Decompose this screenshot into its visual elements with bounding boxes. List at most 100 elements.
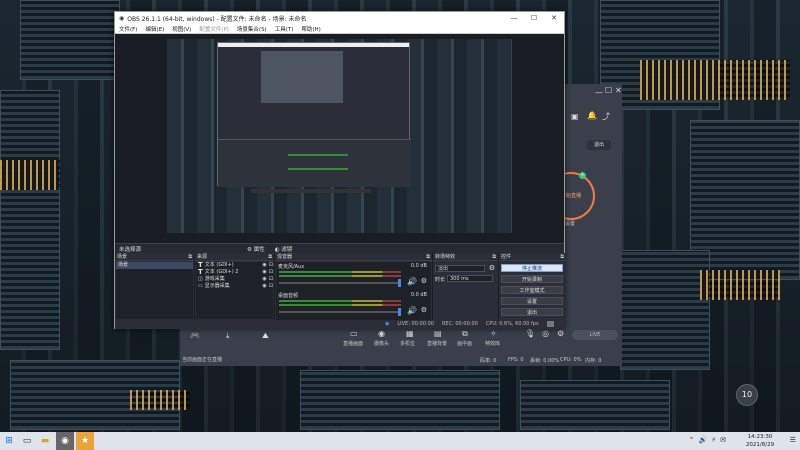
tool-screen-icon[interactable]: ▭: [350, 329, 358, 338]
speaker-icon[interactable]: 🔊: [407, 306, 417, 315]
stat-label: 内存: 0: [585, 358, 602, 364]
lock-icon[interactable]: ⊡: [269, 262, 273, 269]
tool-fx-icon[interactable]: ✧: [490, 329, 497, 338]
track-level: 0.0 dB: [410, 292, 427, 298]
pin-icon[interactable]: ⧉: [492, 253, 496, 261]
close-icon[interactable]: ✕: [544, 12, 564, 24]
pin-icon[interactable]: ⧉: [426, 253, 430, 261]
track-name: 麦克风/Aux: [278, 264, 305, 270]
gear-icon[interactable]: ⚙: [489, 264, 495, 272]
lock-icon[interactable]: ⊡: [269, 269, 273, 276]
gear-icon[interactable]: ⚙: [421, 306, 427, 314]
menu-edit[interactable]: 编辑(E): [145, 25, 164, 33]
stat-label: 码率: 0: [480, 358, 497, 364]
menu-view[interactable]: 视图(V): [172, 25, 191, 33]
transition-select[interactable]: 淡出: [435, 265, 485, 272]
screen-icon[interactable]: ▣: [571, 112, 579, 121]
tool-pip-icon[interactable]: ⧉: [462, 329, 468, 339]
transitions-dock: 转场特效 ⧉ 淡出 ⚙ 时长 300 ms: [433, 253, 499, 329]
live-badge[interactable]: LIVE: [572, 330, 618, 340]
start-recording-button[interactable]: 开始录制: [501, 275, 563, 283]
menu-help[interactable]: 帮助(H): [301, 25, 320, 33]
stop-streaming-button[interactable]: 停止推流: [501, 264, 563, 272]
maximize-icon[interactable]: ☐: [524, 12, 544, 24]
title-bar[interactable]: ◉ OBS 26.1.1 (64-bit, windows) - 配置文件: 未…: [115, 12, 564, 24]
settings-button[interactable]: 设置: [501, 297, 563, 305]
minimize-icon[interactable]: —: [504, 12, 524, 24]
eye-icon[interactable]: ◉: [262, 276, 266, 283]
speed-bubble[interactable]: 10: [736, 384, 758, 406]
share-icon[interactable]: ⤴: [602, 111, 610, 122]
speaker-icon[interactable]: 🔊: [407, 277, 417, 286]
filters-button[interactable]: ◐ 滤镜: [275, 245, 293, 253]
download-icon[interactable]: ⤓: [226, 331, 230, 341]
duration-label: 时长: [435, 277, 446, 283]
notification-icon[interactable]: ☰: [790, 436, 796, 444]
gear-icon[interactable]: ⚙: [557, 329, 564, 338]
plus-icon[interactable]: +: [579, 172, 586, 179]
menu-profile[interactable]: 配置文件(P): [199, 25, 229, 33]
eye-icon[interactable]: ◉: [262, 262, 266, 269]
exit-button[interactable]: 退出: [587, 140, 611, 150]
duration-input[interactable]: 300 ms: [447, 275, 493, 282]
properties-label: 属性: [253, 246, 265, 253]
tool-cam-icon[interactable]: ◉: [378, 329, 385, 338]
volume-meter: [279, 275, 401, 277]
nested-obs-window: [217, 42, 411, 187]
dock-header: 转场特效 ⧉: [433, 253, 498, 261]
studio-mode-button[interactable]: 工作室模式: [501, 286, 563, 294]
pin-icon[interactable]: ⧉: [188, 253, 192, 261]
city-lights: [640, 60, 790, 100]
menu-scene-collection[interactable]: 场景集合(S): [237, 25, 267, 33]
clock[interactable]: 14:23:30 2021/8/29: [740, 433, 780, 449]
source-item[interactable]: ◫ 游戏采集 ◉ ⊡: [196, 276, 273, 283]
volume-slider[interactable]: [279, 311, 401, 313]
volume-knob[interactable]: [398, 308, 401, 316]
city-lights: [130, 390, 190, 410]
window-title: OBS 26.1.1 (64-bit, windows) - 配置文件: 未命名…: [127, 15, 307, 23]
folder-icon[interactable]: ▬: [36, 432, 54, 450]
source-item[interactable]: ▭ 显示器采集 ◉ ⊡: [196, 283, 273, 290]
dock-header: 来源 ⧉: [195, 253, 274, 261]
start-icon[interactable]: ⊞: [0, 432, 18, 450]
live-app-taskbar-icon[interactable]: ★: [76, 432, 94, 450]
mic-icon[interactable]: 🎙: [525, 329, 535, 338]
preview-canvas[interactable]: [167, 39, 512, 233]
track-name: 桌面音频: [278, 293, 299, 299]
obs-logo-icon: ◉: [119, 14, 125, 22]
eye-icon[interactable]: ◉: [262, 269, 266, 276]
menu-file[interactable]: 文件(F): [119, 25, 137, 33]
source-item[interactable]: T 文本 (GDI+) 2 ◉ ⊡: [196, 269, 273, 276]
task-view-icon[interactable]: ▭: [18, 432, 36, 450]
minimize-icon[interactable]: —: [595, 88, 603, 97]
game-icon[interactable]: 🎮: [190, 331, 200, 340]
tool-multi-icon[interactable]: ▦: [406, 329, 414, 338]
tool-bg-icon[interactable]: ▤: [434, 329, 442, 338]
pin-icon[interactable]: ⧉: [560, 253, 564, 261]
bell-icon[interactable]: 🔔: [587, 111, 597, 120]
stream-health-icon: [546, 321, 554, 327]
exit-button[interactable]: 退出: [501, 308, 563, 316]
gear-icon[interactable]: ⚙: [421, 277, 427, 285]
volume-meter: [279, 304, 401, 306]
volume-slider[interactable]: [279, 282, 401, 284]
camera-icon[interactable]: ⛰: [262, 331, 269, 341]
source-item[interactable]: T 文本 (GDI+) ◉ ⊡: [196, 262, 273, 269]
pin-icon[interactable]: ⧉: [268, 253, 272, 261]
obs-window: ◉ OBS 26.1.1 (64-bit, windows) - 配置文件: 未…: [114, 11, 566, 329]
cpu-usage: CPU: 0.6%, 60.00 fps: [485, 321, 539, 327]
properties-button[interactable]: ⚙ 属性: [247, 245, 265, 253]
lock-icon[interactable]: ⊡: [269, 283, 273, 290]
scene-item[interactable]: 场景: [116, 262, 193, 269]
tray-icons[interactable]: ⌃🔊⚡✉: [689, 436, 730, 444]
volume-knob[interactable]: [398, 279, 401, 287]
stat-label: 丢帧: 0.00%: [530, 358, 560, 364]
menu-tools[interactable]: 工具(T): [275, 25, 294, 33]
eye-icon[interactable]: ◉: [262, 283, 266, 290]
eye-icon[interactable]: ◎: [542, 329, 549, 338]
city-lights: [0, 160, 60, 190]
close-icon[interactable]: ✕: [615, 86, 622, 95]
lock-icon[interactable]: ⊡: [269, 276, 273, 283]
obs-taskbar-icon[interactable]: ◉: [56, 432, 74, 450]
maximize-icon[interactable]: ☐: [605, 86, 612, 95]
